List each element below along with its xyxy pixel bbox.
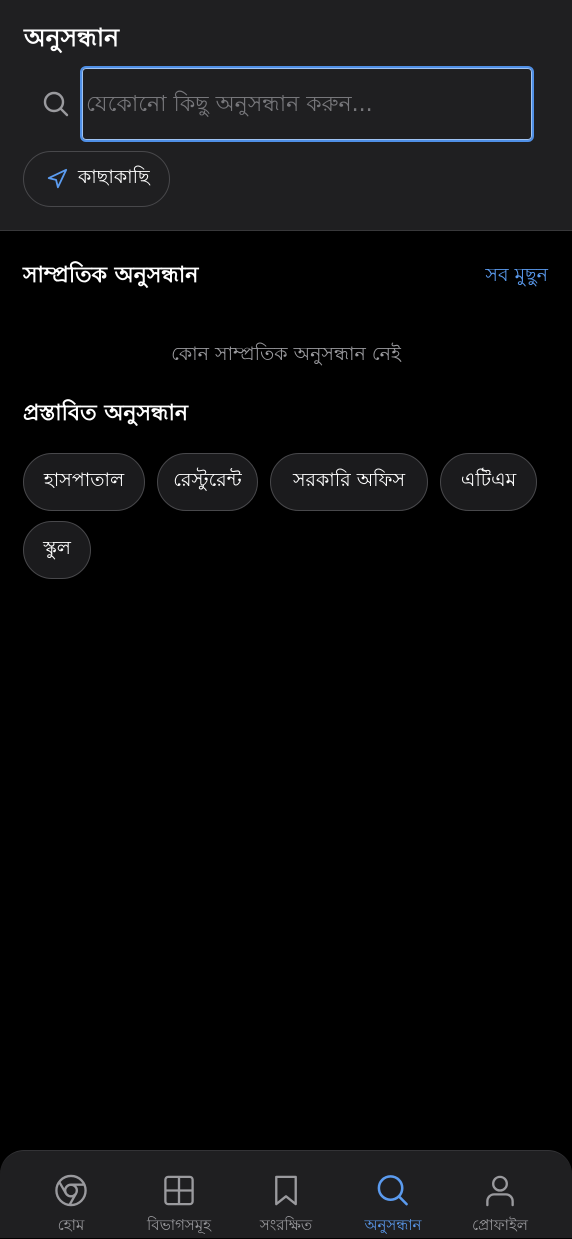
nearby-button[interactable]: কাছাকাছি [23, 151, 170, 207]
user-icon [486, 1175, 514, 1207]
nav-item-saved[interactable]: সংরক্ষিত [229, 1151, 343, 1239]
grid-icon [164, 1175, 194, 1206]
search-bar [24, 66, 534, 142]
suggestion-chip-hospital[interactable]: হাসপাতাল [23, 453, 145, 511]
search-icon [43, 91, 69, 117]
search-icon [377, 1175, 408, 1206]
navigation-arrow-icon [47, 168, 68, 189]
suggestion-chip-restaurant[interactable]: রেস্টুরেন্ট [157, 453, 258, 511]
bookmark-icon [275, 1175, 297, 1206]
nav-item-categories[interactable]: বিভাগসমূহ [122, 1151, 236, 1239]
nearby-label: কাছাকাছি [78, 166, 150, 188]
recent-searches-title: সাম্প্রতিক অনুসন্ধান [23, 263, 199, 288]
suggestion-chip-atm[interactable]: এটিএম [440, 453, 537, 511]
nav-item-profile[interactable]: প্রোফাইল [443, 1151, 557, 1239]
suggestion-chip-school[interactable]: স্কুল [23, 521, 91, 579]
bottom-navigation: হোম বিভাগসমূহ সংরক্ষিত অনুসন্ধান প্রোফাই… [0, 1150, 572, 1238]
nav-label: অনুসন্ধান [364, 1216, 422, 1234]
nav-label: হোম [57, 1216, 85, 1234]
nav-label: সংরক্ষিত [259, 1216, 313, 1234]
nav-item-search[interactable]: অনুসন্ধান [336, 1151, 450, 1239]
recent-empty-text: কোন সাম্প্রতিক অনুসন্ধান নেই [171, 343, 401, 365]
search-input[interactable] [80, 66, 534, 142]
nav-label: প্রোফাইল [472, 1216, 528, 1234]
nav-item-home[interactable]: হোম [14, 1151, 128, 1239]
search-header: অনুসন্ধান কাছাকাছি [0, 0, 572, 231]
nav-label: বিভাগসমূহ [146, 1216, 212, 1234]
chrome-icon [55, 1174, 87, 1207]
suggested-searches-title: প্রস্তাবিত অনুসন্ধান [23, 401, 188, 426]
clear-all-button[interactable]: সব মুছুন [485, 261, 548, 293]
page-title: অনুসন্ধান [24, 23, 120, 52]
suggestion-chip-government-office[interactable]: সরকারি অফিস [270, 453, 428, 511]
